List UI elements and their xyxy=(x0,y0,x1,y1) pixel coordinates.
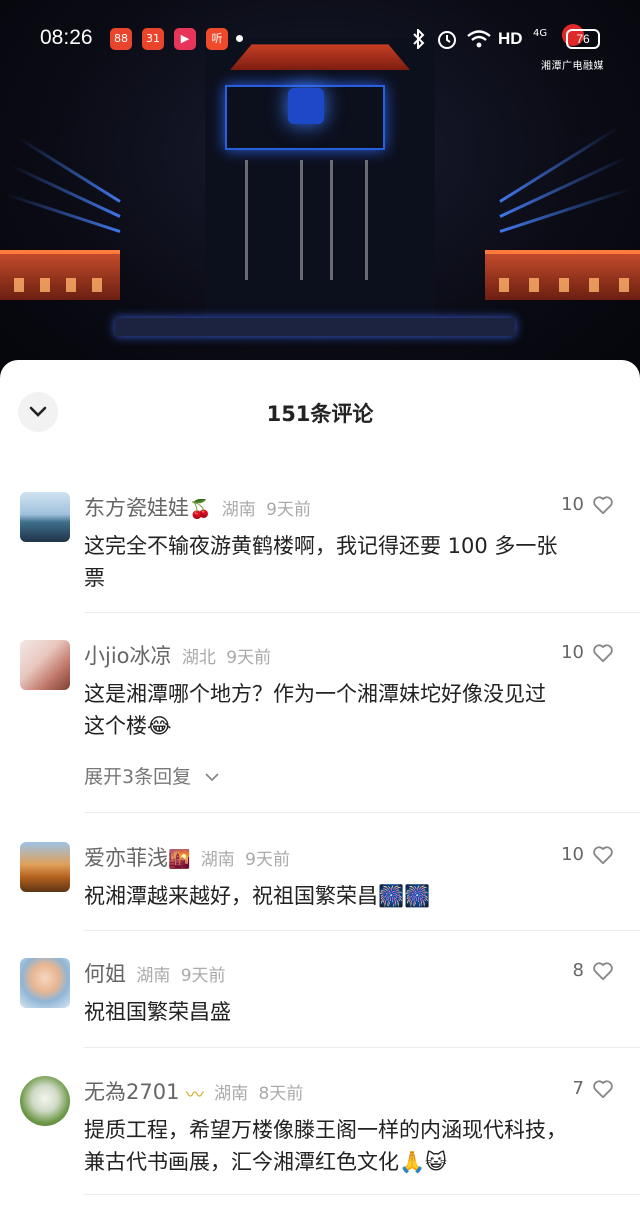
avatar[interactable] xyxy=(20,958,70,1008)
comment-text: 祝祖国繁荣昌盛 xyxy=(84,1000,231,1024)
expand-replies-button[interactable]: 展开3条回复 xyxy=(84,762,219,789)
username-emoji: 🌇 xyxy=(168,849,191,870)
like-count: 7 xyxy=(572,1078,584,1099)
light-beam xyxy=(499,186,634,233)
username[interactable]: 爱亦菲浅 xyxy=(84,846,168,870)
like-count: 10 xyxy=(561,844,584,865)
avatar[interactable] xyxy=(20,842,70,892)
comment-text: 祝湘潭越来越好，祝祖国繁荣昌🎆🎆 xyxy=(84,884,431,908)
region: 湖南 xyxy=(136,966,171,986)
comment-header: 爱亦菲浅🌇 湖南 9天前 xyxy=(84,842,290,872)
tower-base xyxy=(115,318,515,336)
timestamp: 8天前 xyxy=(258,1084,304,1104)
chevron-down-icon xyxy=(205,773,219,782)
divider xyxy=(84,612,640,613)
right-pavilion xyxy=(485,250,640,300)
avatar[interactable] xyxy=(20,640,70,690)
like-button[interactable]: 7 xyxy=(573,1078,614,1099)
timestamp: 9天前 xyxy=(226,648,272,668)
app-notification-icon: 88 xyxy=(110,28,132,50)
like-count: 10 xyxy=(561,642,584,663)
battery-icon: 76 xyxy=(566,29,600,49)
username[interactable]: 小jio冰凉 xyxy=(84,644,172,668)
avatar[interactable] xyxy=(20,492,70,542)
audio-app-icon: 听 xyxy=(206,28,228,50)
comment-header: 无為2701 〰 湖南 8天前 xyxy=(84,1076,303,1107)
region: 湖北 xyxy=(181,648,216,668)
bluetooth-icon xyxy=(413,29,425,49)
more-notifications-dot xyxy=(236,35,243,42)
heart-icon xyxy=(593,643,613,662)
watermark: 湘潭广电融媒 xyxy=(541,61,604,72)
like-count: 8 xyxy=(572,960,584,981)
comment-text: 这是湘潭哪个地方？作为一个湘潭妹坨好像没见过 这个楼😂 xyxy=(84,682,546,738)
comment-item[interactable]: 何姐 湖南 9天前 8 祝祖国繁荣昌盛 xyxy=(0,958,640,1048)
like-button[interactable]: 8 xyxy=(573,960,614,981)
left-pavilion xyxy=(0,250,120,300)
timestamp: 9天前 xyxy=(180,966,226,986)
divider xyxy=(84,1194,640,1195)
like-count: 10 xyxy=(561,494,584,515)
region: 湖南 xyxy=(214,1084,249,1104)
comment-header: 小jio冰凉 湖北 9天前 xyxy=(84,640,271,670)
heart-icon xyxy=(593,495,613,514)
calendar-icon: 31 xyxy=(142,28,164,50)
light-projection-core xyxy=(288,88,324,124)
divider xyxy=(84,1047,640,1048)
username[interactable]: 东方瓷娃娃 xyxy=(84,496,189,520)
tower-building xyxy=(205,38,435,338)
comment-header: 何姐 湖南 9天前 xyxy=(84,958,226,988)
username-emoji: 〰 xyxy=(185,1084,204,1106)
comment-item[interactable]: 东方瓷娃娃🍒 湖南 9天前 10 这完全不输夜游黄鹤楼啊，我记得还要 100 多… xyxy=(0,492,640,612)
wifi-icon xyxy=(467,30,491,48)
username-emoji: 🍒 xyxy=(189,499,212,520)
like-button[interactable]: 10 xyxy=(561,494,614,515)
clock: 08:26 xyxy=(40,26,93,49)
comment-item[interactable]: 爱亦菲浅🌇 湖南 9天前 10 祝湘潭越来越好，祝祖国繁荣昌🎆🎆 xyxy=(0,842,640,932)
status-bar: 08:26 88 31 ▶ 听 HD 4G 76 湘潭广电融媒 xyxy=(0,0,640,78)
comments-sheet: 151条评论 东方瓷娃娃🍒 湖南 9天前 10 这完全不输夜游黄鹤楼啊，我记得还… xyxy=(0,360,640,1205)
region: 湖南 xyxy=(200,850,235,870)
username[interactable]: 何姐 xyxy=(84,962,126,986)
divider xyxy=(84,930,640,931)
video-preview[interactable]: 08:26 88 31 ▶ 听 HD 4G 76 湘潭广电融媒 xyxy=(0,0,640,380)
timestamp: 9天前 xyxy=(266,500,311,520)
comment-text: 这完全不输夜游黄鹤楼啊，我记得还要 100 多一张 票 xyxy=(84,534,558,590)
like-button[interactable]: 10 xyxy=(561,642,614,663)
heart-icon xyxy=(593,845,613,864)
video-app-icon: ▶ xyxy=(174,28,196,50)
signal-indicator: 4G xyxy=(533,28,548,39)
timestamp: 9天前 xyxy=(245,850,290,870)
comment-header: 东方瓷娃娃🍒 湖南 9天前 xyxy=(84,492,311,522)
comment-text: 提质工程，希望万楼像滕王阁一样的内涵现代科技， 兼古代书画展，汇今湘潭红色文化🙏… xyxy=(84,1118,567,1174)
hd-indicator: HD xyxy=(498,29,523,48)
comments-title: 151条评论 xyxy=(266,402,374,426)
heart-icon xyxy=(593,1079,613,1098)
heart-icon xyxy=(593,961,613,980)
alarm-icon xyxy=(438,31,456,49)
avatar[interactable] xyxy=(20,1076,70,1126)
comment-item[interactable]: 小jio冰凉 湖北 9天前 10 这是湘潭哪个地方？作为一个湘潭妹坨好像没见过 … xyxy=(0,640,640,800)
comment-item[interactable]: 无為2701 〰 湖南 8天前 7 提质工程，希望万楼像滕王阁一样的内涵现代科技… xyxy=(0,1076,640,1196)
username[interactable]: 无為2701 xyxy=(84,1080,179,1104)
divider xyxy=(84,812,640,813)
like-button[interactable]: 10 xyxy=(561,844,614,865)
region: 湖南 xyxy=(221,500,256,520)
light-beam xyxy=(5,192,121,233)
light-beam xyxy=(499,126,620,203)
